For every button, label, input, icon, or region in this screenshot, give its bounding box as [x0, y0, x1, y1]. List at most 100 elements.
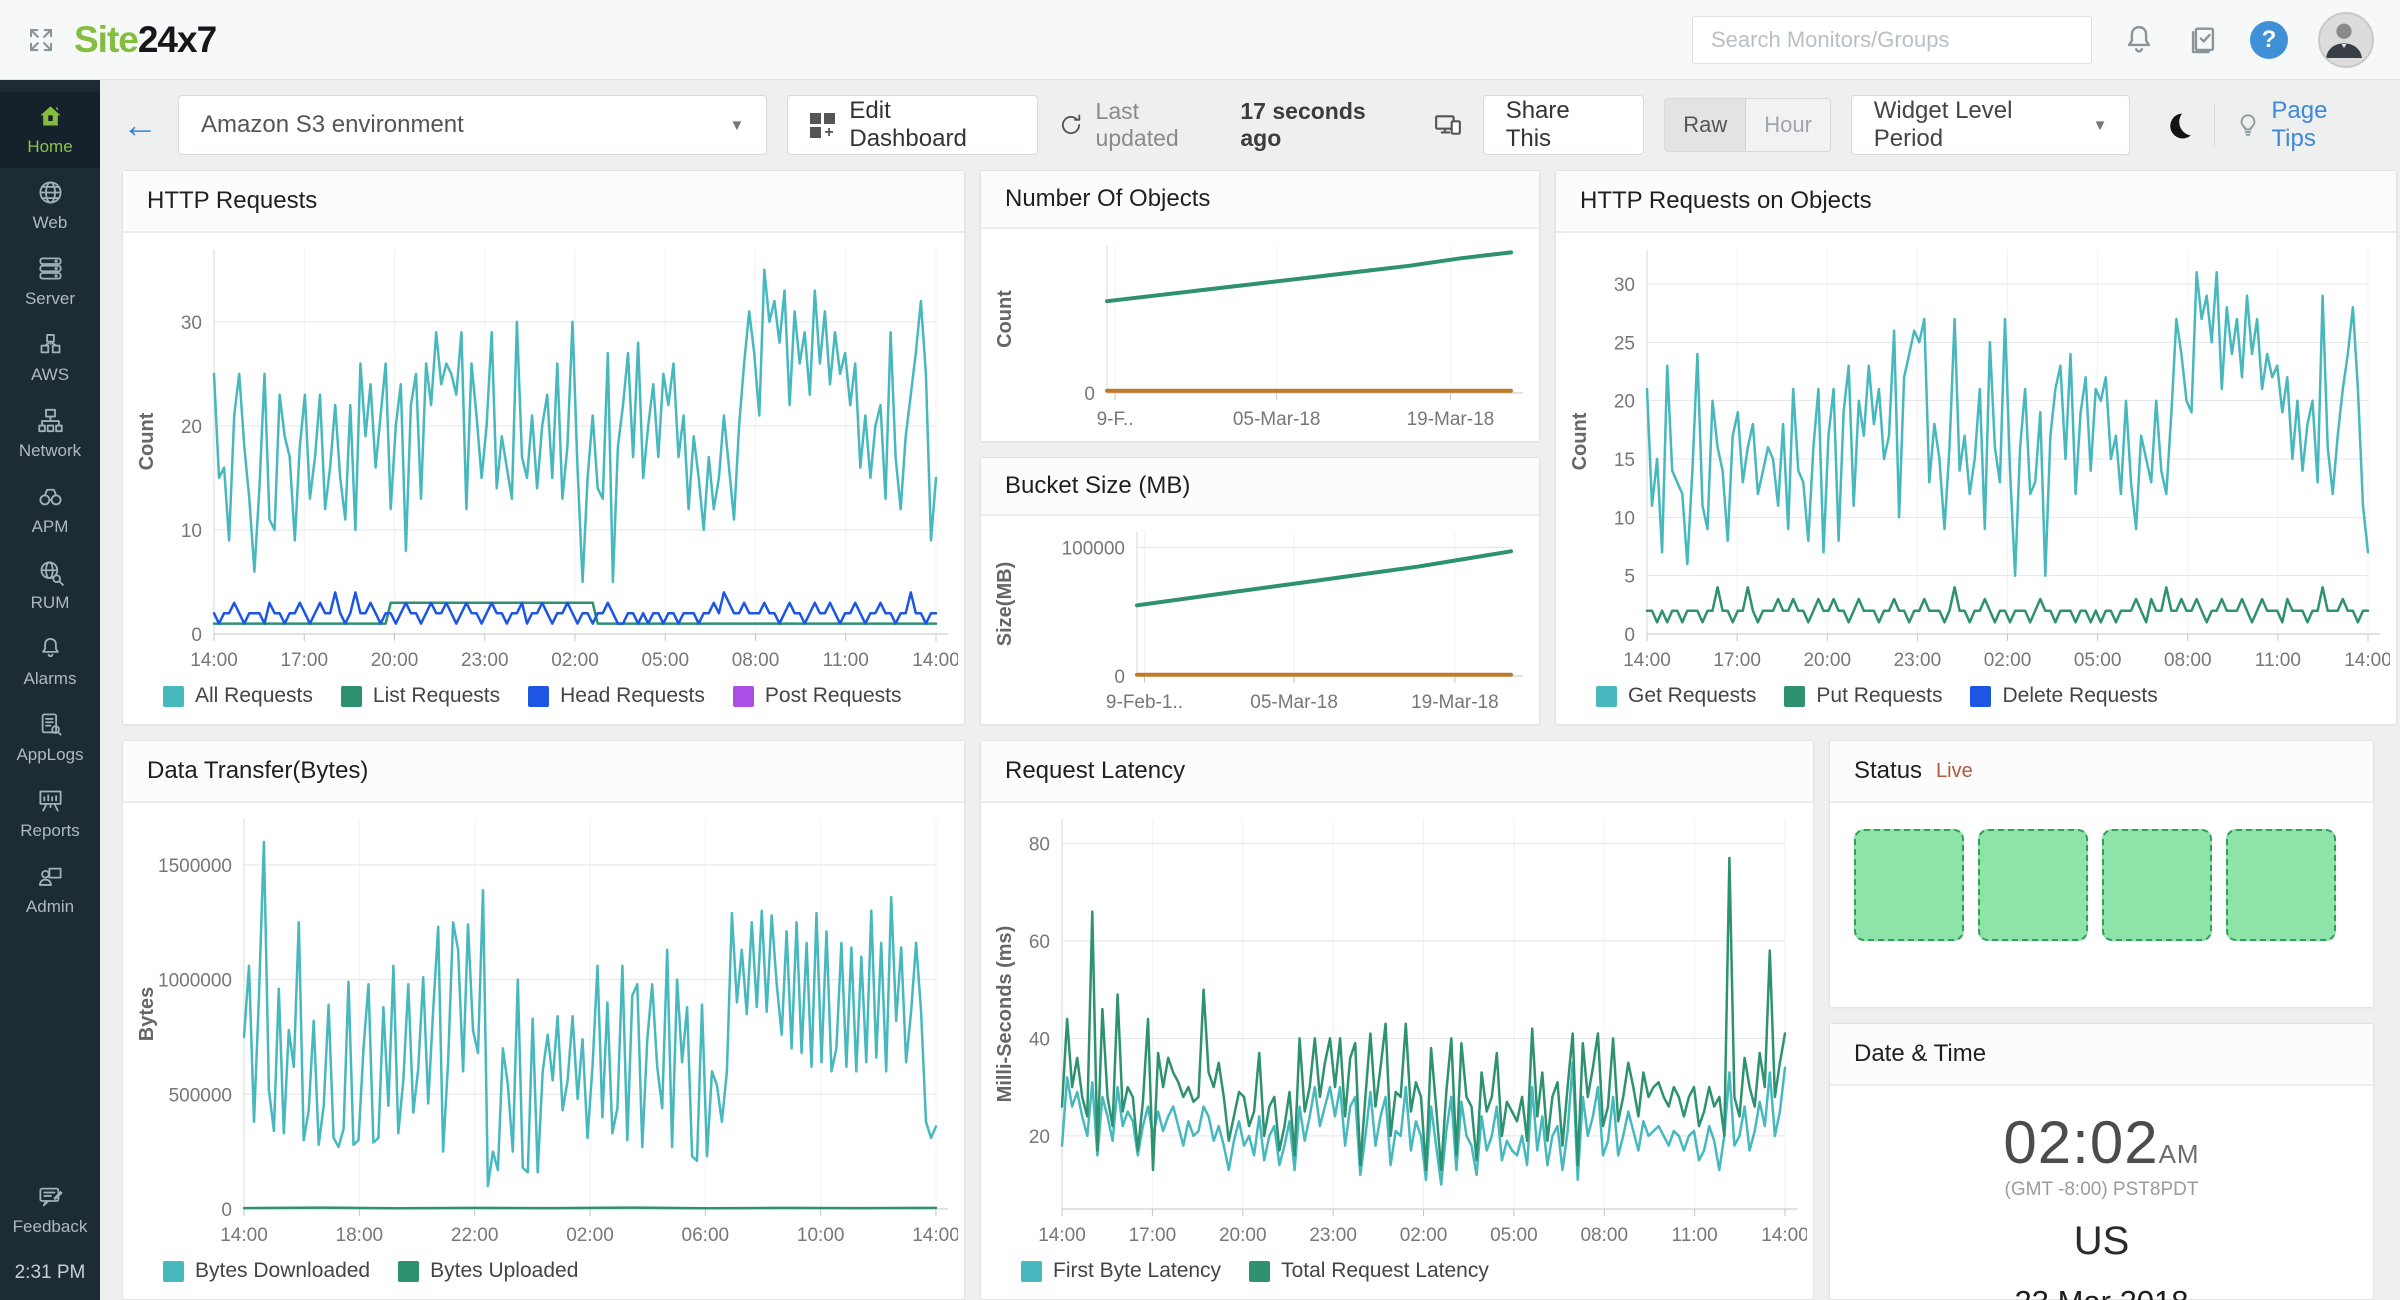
svg-text:20:00: 20:00 [1219, 1225, 1267, 1246]
svg-text:Size(MB): Size(MB) [994, 562, 1016, 646]
svg-text:10:00: 10:00 [797, 1225, 845, 1246]
svg-text:30: 30 [181, 313, 202, 334]
legend-item[interactable]: Head Requests [528, 684, 705, 708]
legend-label: Total Request Latency [1281, 1259, 1489, 1283]
panel-title: HTTP Requests [123, 171, 964, 233]
http-requests-on-objects-chart: 05101520253014:0017:0020:0023:0002:0005:… [1562, 235, 2390, 678]
legend-swatch-icon [163, 686, 184, 707]
sidebar-item-web[interactable]: Web [0, 168, 100, 244]
legend-item[interactable]: Post Requests [733, 684, 902, 708]
legend-label: Get Requests [1628, 684, 1756, 708]
data-transfer-legend: Bytes Downloaded Bytes Uploaded [123, 1253, 964, 1283]
status-box[interactable] [2226, 829, 2336, 941]
svg-text:11:00: 11:00 [1672, 1225, 1718, 1246]
svg-text:14:00: 14:00 [1623, 650, 1671, 671]
raw-hour-toggle: Raw Hour [1664, 98, 1831, 152]
sidebar-item-rum[interactable]: RUM [0, 548, 100, 624]
svg-text:10: 10 [181, 521, 202, 542]
widget-level-period-value: Widget Level Period [1874, 97, 2079, 153]
svg-text:17:00: 17:00 [280, 650, 328, 671]
legend-item[interactable]: All Requests [163, 684, 313, 708]
share-this-label: Share This [1506, 97, 1622, 153]
status-box[interactable] [1854, 829, 1964, 941]
legend-swatch-icon [398, 1261, 419, 1282]
dashboard-selector[interactable]: Amazon S3 environment ▼ [178, 95, 767, 155]
legend-item[interactable]: First Byte Latency [1021, 1259, 1221, 1283]
last-updated-prefix: Last updated [1096, 98, 1229, 152]
last-updated: Last updated 17 seconds ago [1058, 98, 1463, 152]
refresh-icon[interactable] [1058, 112, 1084, 138]
sidebar-item-alarms[interactable]: Alarms [0, 624, 100, 700]
svg-text:02:00: 02:00 [551, 650, 599, 671]
svg-text:19-Mar-18: 19-Mar-18 [1407, 409, 1495, 430]
legend-item[interactable]: Delete Requests [1970, 684, 2157, 708]
svg-text:18:00: 18:00 [336, 1225, 384, 1246]
legend-label: Post Requests [765, 684, 902, 708]
devices-icon[interactable] [1433, 110, 1463, 140]
bucket-size-chart: 01000009-Feb-1..05-Mar-1819-Mar-18Size(M… [987, 518, 1533, 720]
sidebar-item-admin[interactable]: Admin [0, 852, 100, 928]
hour-toggle[interactable]: Hour [1746, 99, 1830, 151]
sidebar-item-feedback[interactable]: Feedback [0, 1172, 100, 1248]
legend-item[interactable]: Bytes Uploaded [398, 1259, 578, 1283]
panel-date-time: Date & Time 02:02AM (GMT -8:00) PST8PDT … [1829, 1023, 2374, 1300]
sidebar-item-reports[interactable]: Reports [0, 776, 100, 852]
edit-dashboard-button[interactable]: + Edit Dashboard [787, 95, 1037, 155]
help-icon[interactable]: ? [2250, 21, 2288, 59]
sidebar-item-aws[interactable]: AWS [0, 320, 100, 396]
status-box[interactable] [2102, 829, 2212, 941]
legend-item[interactable]: Bytes Downloaded [163, 1259, 370, 1283]
svg-text:20:00: 20:00 [371, 650, 419, 671]
legend-label: List Requests [373, 684, 500, 708]
svg-text:22:00: 22:00 [451, 1225, 499, 1246]
panel-title: Request Latency [981, 741, 1813, 803]
raw-toggle[interactable]: Raw [1665, 99, 1746, 151]
svg-text:20:00: 20:00 [1803, 650, 1851, 671]
sidebar-item-applogs[interactable]: AppLogs [0, 700, 100, 776]
panel-title: Data Transfer(Bytes) [123, 741, 964, 803]
alarms-icon [37, 635, 64, 662]
legend-item[interactable]: Put Requests [1784, 684, 1942, 708]
panel-http-requests-on-objects: HTTP Requests on Objects 05101520253014:… [1555, 170, 2397, 725]
page-tips[interactable]: Page Tips [2235, 97, 2378, 153]
expand-icon[interactable] [26, 25, 56, 55]
widget-level-period-dropdown[interactable]: Widget Level Period ▼ [1851, 95, 2131, 155]
widget-grid: HTTP Requests 010203014:0017:0020:0023:0… [100, 170, 2400, 1300]
svg-text:20: 20 [1614, 392, 1635, 413]
panel-request-latency: Request Latency 2040608014:0017:0020:002… [980, 740, 1814, 1300]
user-avatar[interactable] [2318, 12, 2374, 68]
legend-item[interactable]: Total Request Latency [1249, 1259, 1489, 1283]
svg-text:40: 40 [1029, 1029, 1050, 1050]
legend-item[interactable]: Get Requests [1596, 684, 1756, 708]
clock-meridiem: AM [2159, 1139, 2200, 1169]
sidebar-item-network[interactable]: Network [0, 396, 100, 472]
status-box[interactable] [1978, 829, 2088, 941]
sidebar-item-home[interactable]: Home [0, 92, 100, 168]
svg-text:10: 10 [1614, 508, 1635, 529]
network-icon [37, 407, 64, 434]
main-content: ← Amazon S3 environment ▼ + Edit Dashboa… [100, 80, 2400, 1300]
page-tips-label: Page Tips [2271, 97, 2378, 153]
panel-title: HTTP Requests on Objects [1556, 171, 2396, 233]
search-input[interactable] [1692, 16, 2092, 64]
share-this-button[interactable]: Share This [1483, 95, 1645, 155]
tasks-icon[interactable] [2186, 23, 2220, 57]
bell-icon[interactable] [2122, 23, 2156, 57]
aws-icon [37, 331, 64, 358]
svg-text:1000000: 1000000 [158, 971, 232, 992]
svg-text:02:00: 02:00 [1984, 650, 2032, 671]
panel-data-transfer: Data Transfer(Bytes) 0500000100000015000… [122, 740, 965, 1300]
sidebar-label: AppLogs [16, 745, 83, 765]
toolbar-divider [2214, 103, 2215, 147]
dark-mode-moon-icon[interactable] [2164, 110, 2194, 140]
chart-svg: 09-F..05-Mar-1819-Mar-18Count [987, 231, 1533, 437]
clock-region: US [1830, 1219, 2373, 1264]
svg-text:15: 15 [1614, 450, 1635, 471]
panel-title: Bucket Size (MB) [981, 458, 1539, 516]
sidebar-item-apm[interactable]: APM [0, 472, 100, 548]
back-arrow-icon[interactable]: ← [122, 107, 158, 143]
svg-text:14:00: 14:00 [190, 650, 238, 671]
legend-item[interactable]: List Requests [341, 684, 500, 708]
svg-text:11:00: 11:00 [823, 650, 869, 671]
sidebar-item-server[interactable]: Server [0, 244, 100, 320]
